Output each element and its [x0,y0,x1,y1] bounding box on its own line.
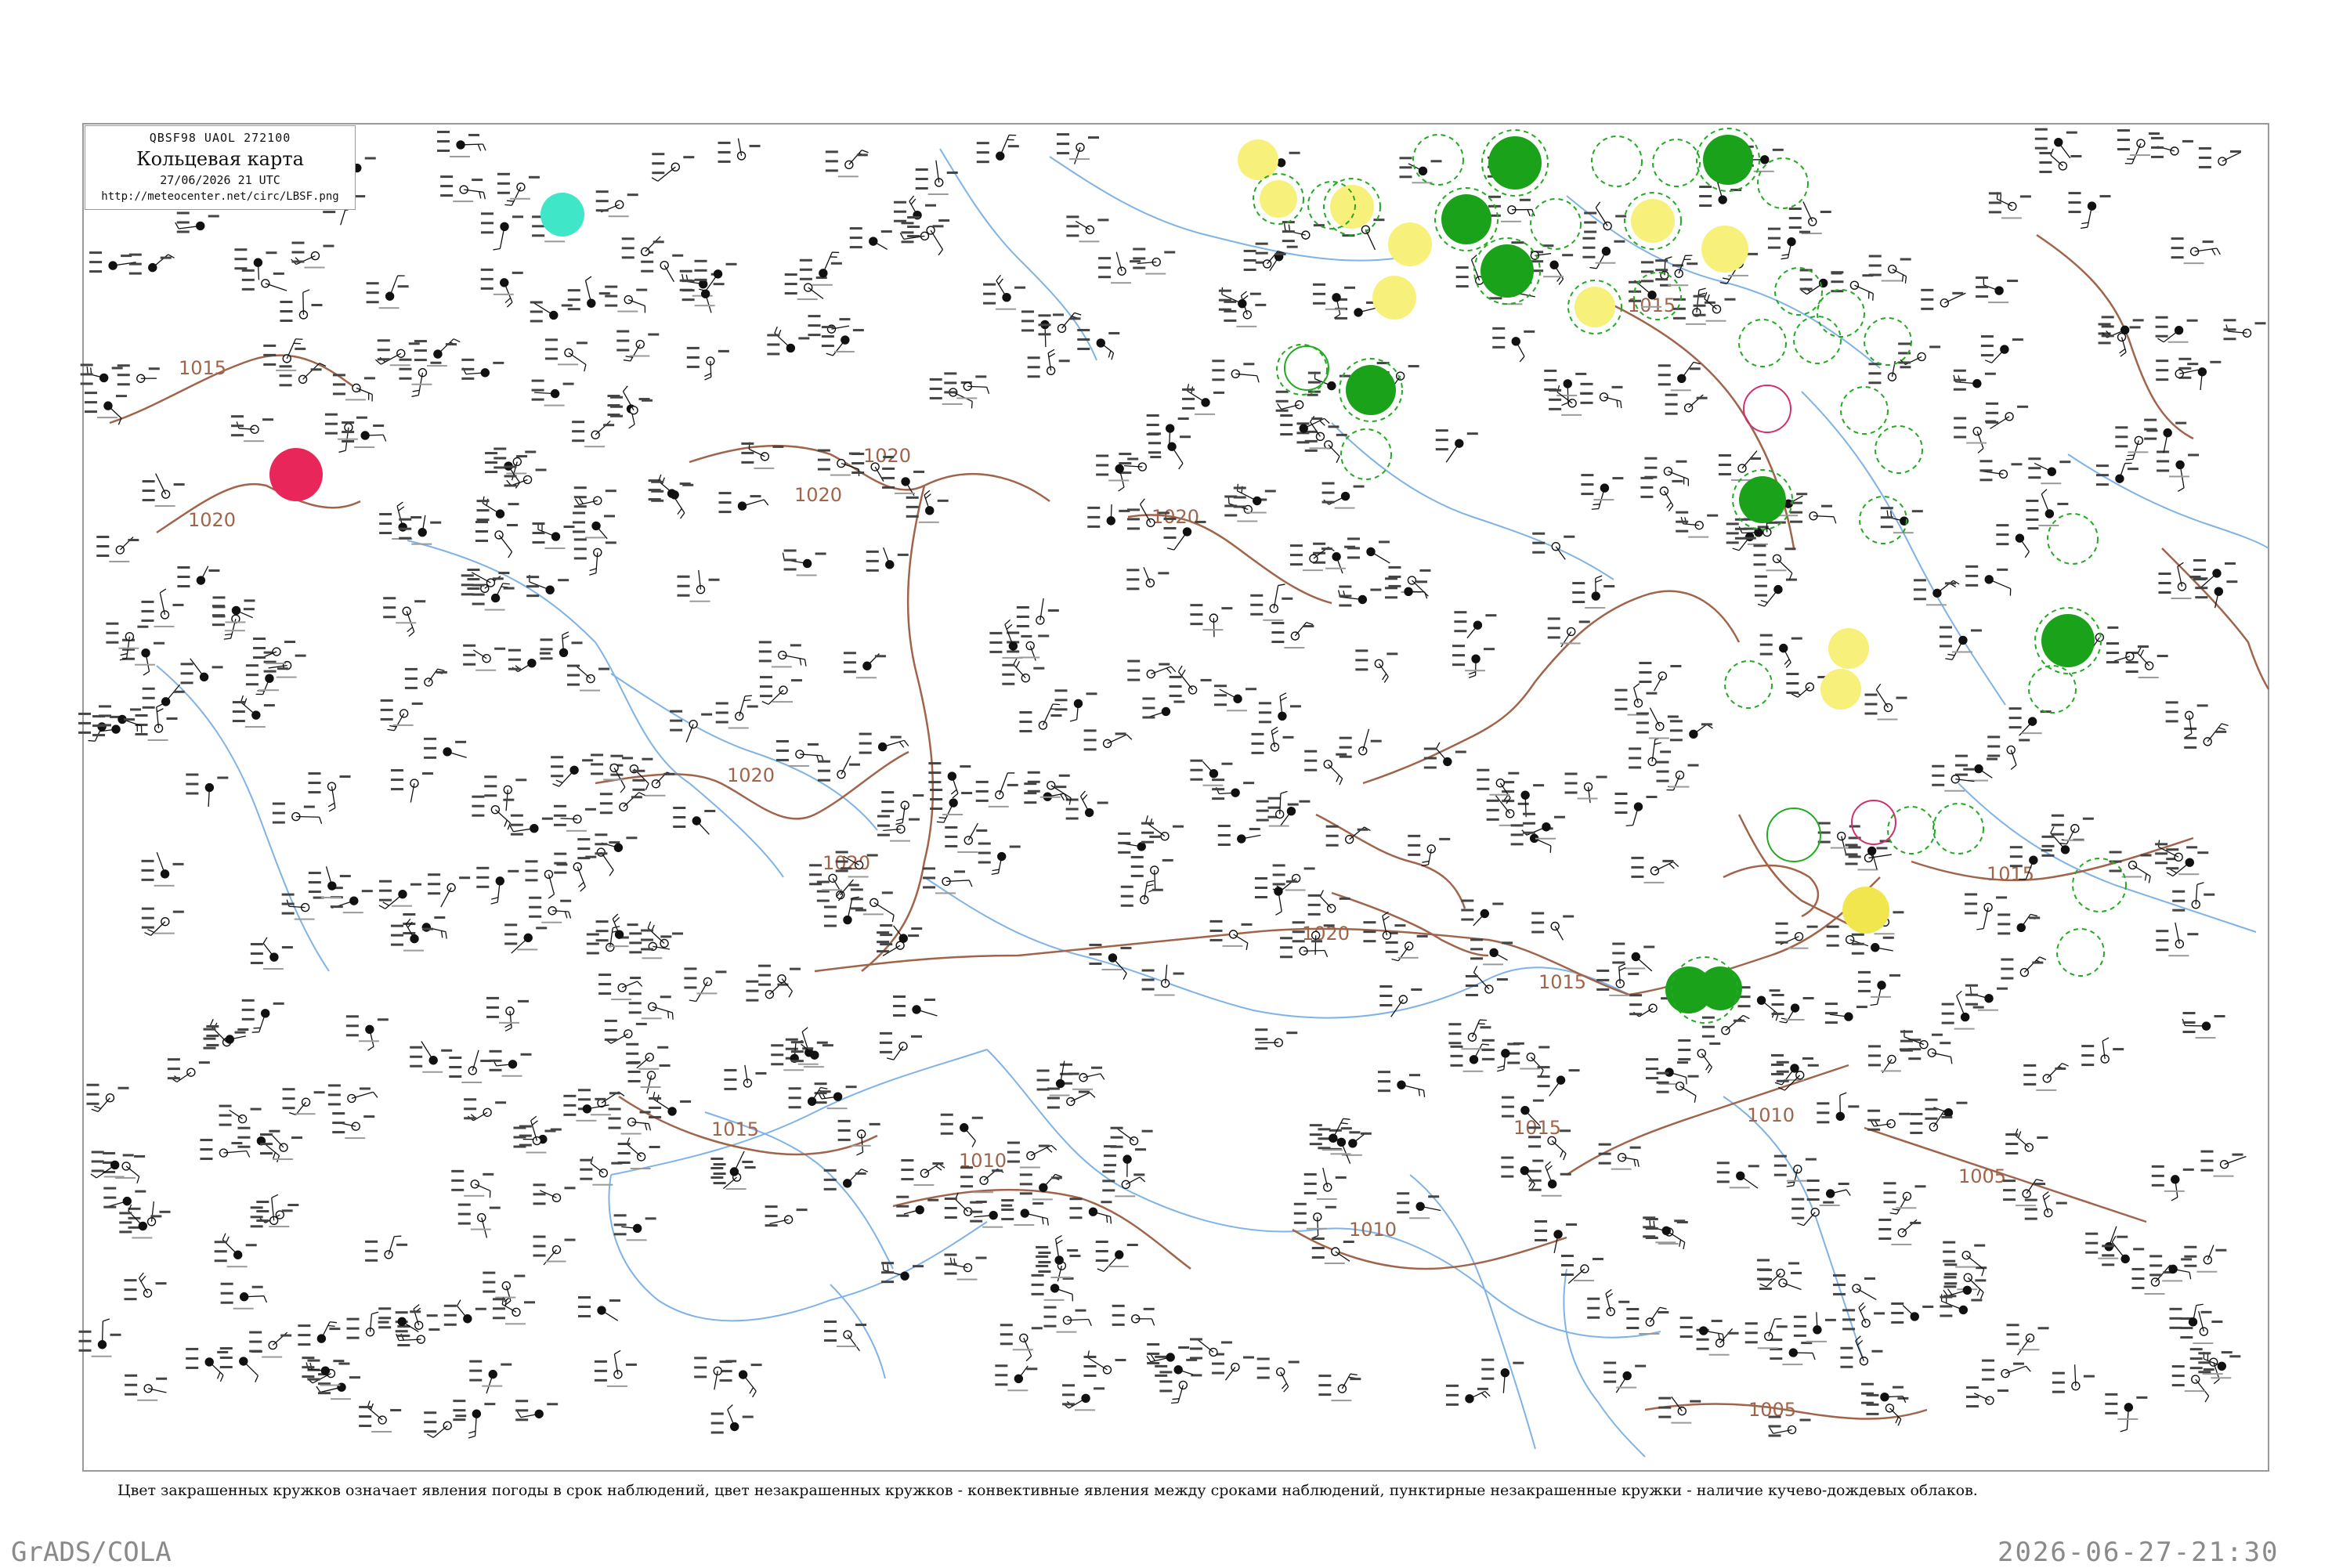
legend-text: Цвет закрашенных кружков означает явлени… [118,1482,1978,1499]
thunder-circle [1631,199,1675,243]
map-header-box: QBSF98 UAOL 272100 Кольцевая карта 27/06… [85,125,356,210]
isobar-label: 1005 [1958,1165,2006,1187]
thunder-circle [1574,287,1615,327]
rain-circle [1739,476,1786,523]
isobar-label: 1020 [188,509,236,531]
thunder-circle [1330,185,1374,229]
isobar-label: 1015 [711,1118,759,1140]
render-timestamp: 2026-06-27-21:30 [1998,1537,2280,1568]
map-title: Кольцевая карта [85,148,355,170]
isobar-label: 1010 [1747,1104,1795,1126]
isobar-label: 1015 [1538,971,1586,993]
rain-circle [1346,365,1396,415]
source-url[interactable]: http://meteocenter.net/circ/LBSF.png [85,190,355,203]
isobar-label: 1015 [179,357,226,379]
fog-circle [1842,887,1889,934]
isobar-label: 1010 [1349,1219,1397,1241]
thunder-circle [1828,628,1869,669]
rain-circle [1703,135,1753,185]
bulletin-code: QBSF98 UAOL 272100 [85,131,355,145]
thunder-circle [1388,222,1432,266]
rain-circle [1480,244,1534,298]
map-datetime: 27/06/2026 21 UTC [85,173,355,187]
isobar-label: 1020 [794,484,842,506]
thunder-circle [1372,276,1416,320]
map-frame [83,124,2269,1471]
rain-circle [2041,614,2095,667]
isobar-label: 1020 [1152,506,1199,528]
rain-circle [1441,194,1491,244]
thunder-circle [1238,139,1278,180]
thunder-circle [1260,180,1297,218]
grads-credit: GrADS/COLA [11,1537,172,1568]
snow-circle [540,193,584,237]
isobar-label: 1020 [727,764,775,786]
rain-circle [1488,136,1542,190]
rain-circle [1698,966,1742,1010]
thunder-circle [1820,669,1861,710]
thunder-circle [1701,226,1748,273]
isobar-label: 1020 [863,445,911,467]
hazard-circle [269,448,323,501]
synoptic-map: 1015 1020 1020 1020 1020 1020 1020 1020 … [0,0,2350,1566]
